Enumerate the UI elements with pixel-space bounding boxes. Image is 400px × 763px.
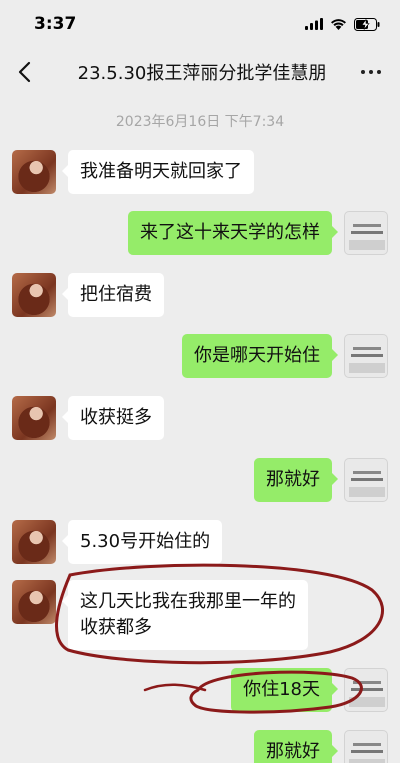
chat-screen: 3:37 23.5.30报王萍丽分批学佳慧朋 2023年6月16日 下午7:34… (0, 0, 400, 763)
message-row: 把住宿费 (0, 273, 400, 319)
message-line: 这几天比我在我那里一年的 (80, 591, 296, 612)
wifi-icon (331, 19, 346, 30)
more-icon[interactable] (354, 56, 388, 88)
status-bar: 3:37 (0, 0, 400, 46)
avatar[interactable] (344, 668, 388, 712)
message-row: 你是哪天开始住 (0, 334, 400, 380)
message-bubble[interactable]: 那就好 (254, 458, 338, 502)
chat-title: 23.5.30报王萍丽分批学佳慧朋 (77, 63, 327, 84)
message-row: 你住18天 (0, 668, 400, 714)
avatar[interactable] (12, 150, 56, 194)
avatar[interactable] (12, 580, 56, 624)
signal-icon (305, 18, 323, 30)
message-bubble[interactable]: 收获挺多 (62, 396, 164, 440)
nav-bar: 23.5.30报王萍丽分批学佳慧朋 (0, 46, 400, 98)
message-row: 收获挺多 (0, 396, 400, 442)
status-time: 3:37 (34, 14, 77, 34)
back-icon[interactable] (10, 56, 42, 88)
message-row: 那就好 (0, 458, 400, 504)
message-bubble[interactable]: 那就好 (254, 730, 338, 763)
avatar[interactable] (344, 458, 388, 502)
message-bubble[interactable]: 你是哪天开始住 (182, 334, 338, 378)
avatar[interactable] (344, 211, 388, 255)
avatar[interactable] (344, 334, 388, 378)
avatar[interactable] (344, 730, 388, 763)
message-row: 来了这十来天学的怎样 (0, 211, 400, 257)
battery-charging-icon (354, 17, 380, 31)
message-row: 那就好 (0, 730, 400, 763)
avatar[interactable] (12, 520, 56, 564)
timestamp: 2023年6月16日 下午7:34 (115, 114, 285, 130)
message-bubble[interactable]: 来了这十来天学的怎样 (128, 211, 338, 255)
message-bubble[interactable]: 我准备明天就回家了 (62, 150, 254, 194)
message-row: 5.30号开始住的 (0, 520, 400, 566)
message-line: 收获都多 (80, 617, 152, 638)
message-bubble[interactable]: 把住宿费 (62, 273, 164, 317)
status-icons (305, 16, 380, 32)
message-bubble[interactable]: 你住18天 (231, 668, 338, 712)
avatar[interactable] (12, 273, 56, 317)
avatar[interactable] (12, 396, 56, 440)
message-bubble[interactable]: 5.30号开始住的 (61, 520, 223, 564)
message-row: 我准备明天就回家了 (0, 150, 400, 196)
message-bubble[interactable]: 这几天比我在我那里一年的 收获都多 (62, 580, 308, 650)
message-row: 这几天比我在我那里一年的 收获都多 (0, 580, 400, 652)
